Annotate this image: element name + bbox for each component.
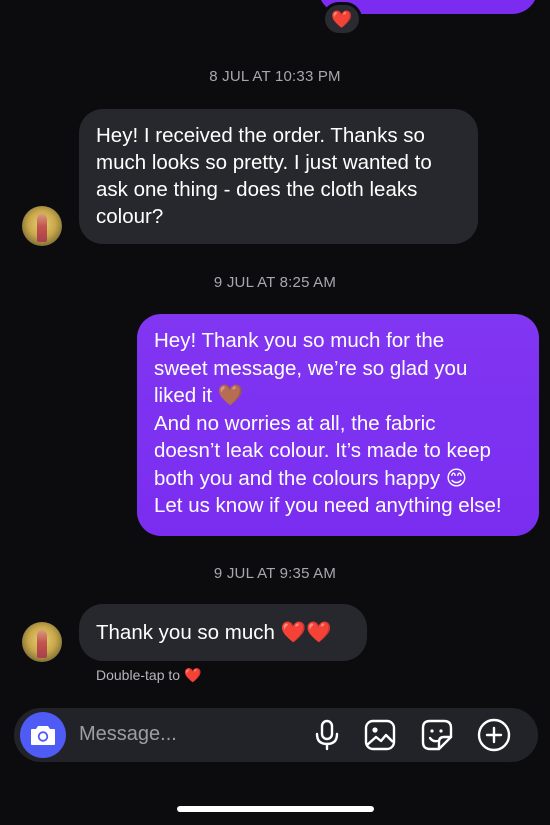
plus-icon: [477, 718, 511, 752]
message-text: ask one thing - does the cloth leaks: [96, 178, 418, 201]
avatar[interactable]: [22, 206, 62, 246]
message-text: And no worries at all, the fabric: [154, 411, 436, 435]
message-reaction[interactable]: ❤️: [322, 2, 362, 36]
incoming-message-bubble[interactable]: Hey! I received the order. Thanks so muc…: [79, 109, 478, 244]
timestamp: 9 JUL AT 9:35 AM: [213, 565, 337, 582]
camera-icon: [30, 724, 56, 746]
image-icon: [364, 719, 396, 751]
message-text: sweet message, we’re so glad you: [154, 356, 468, 380]
message-text: Hey! Thank you so much for the: [154, 329, 445, 352]
incoming-message-bubble[interactable]: Thank you so much ❤️❤️: [79, 604, 367, 661]
outgoing-message-bubble[interactable]: Hey! Thank you so much for the sweet mes…: [137, 314, 539, 536]
gallery-button[interactable]: [362, 717, 398, 753]
message-text: much looks so pretty. I just wanted to: [96, 151, 432, 174]
heart-icon: ❤️: [183, 667, 202, 683]
avatar[interactable]: [22, 622, 62, 662]
double-tap-hint: Double-tap to ❤️: [96, 667, 201, 684]
sticker-button[interactable]: [419, 717, 455, 753]
timestamp: 8 JUL AT 10:33 PM: [209, 68, 341, 85]
message-text: Let us know if you need anything else!: [154, 494, 502, 517]
message-text: Hey! I received the order. Thanks so: [96, 124, 425, 147]
message-text: both you and the colours happy 😊: [154, 466, 468, 490]
home-indicator: [177, 806, 374, 812]
message-text: doesn’t leak colour. It’s made to keep: [154, 439, 491, 462]
double-tap-label: Double-tap to: [96, 667, 181, 683]
microphone-button[interactable]: [309, 717, 345, 753]
message-text: liked it 🤎: [154, 384, 244, 407]
sticker-icon: [421, 719, 453, 751]
message-text: Thank you so much ❤️❤️: [96, 621, 332, 644]
message-input[interactable]: Message...: [79, 723, 177, 746]
heart-icon: ❤️: [331, 9, 353, 29]
camera-button[interactable]: [20, 712, 66, 758]
microphone-icon: [314, 719, 340, 751]
timestamp: 9 JUL AT 8:25 AM: [213, 274, 337, 291]
message-text: colour?: [96, 205, 164, 228]
more-button[interactable]: [476, 717, 512, 753]
